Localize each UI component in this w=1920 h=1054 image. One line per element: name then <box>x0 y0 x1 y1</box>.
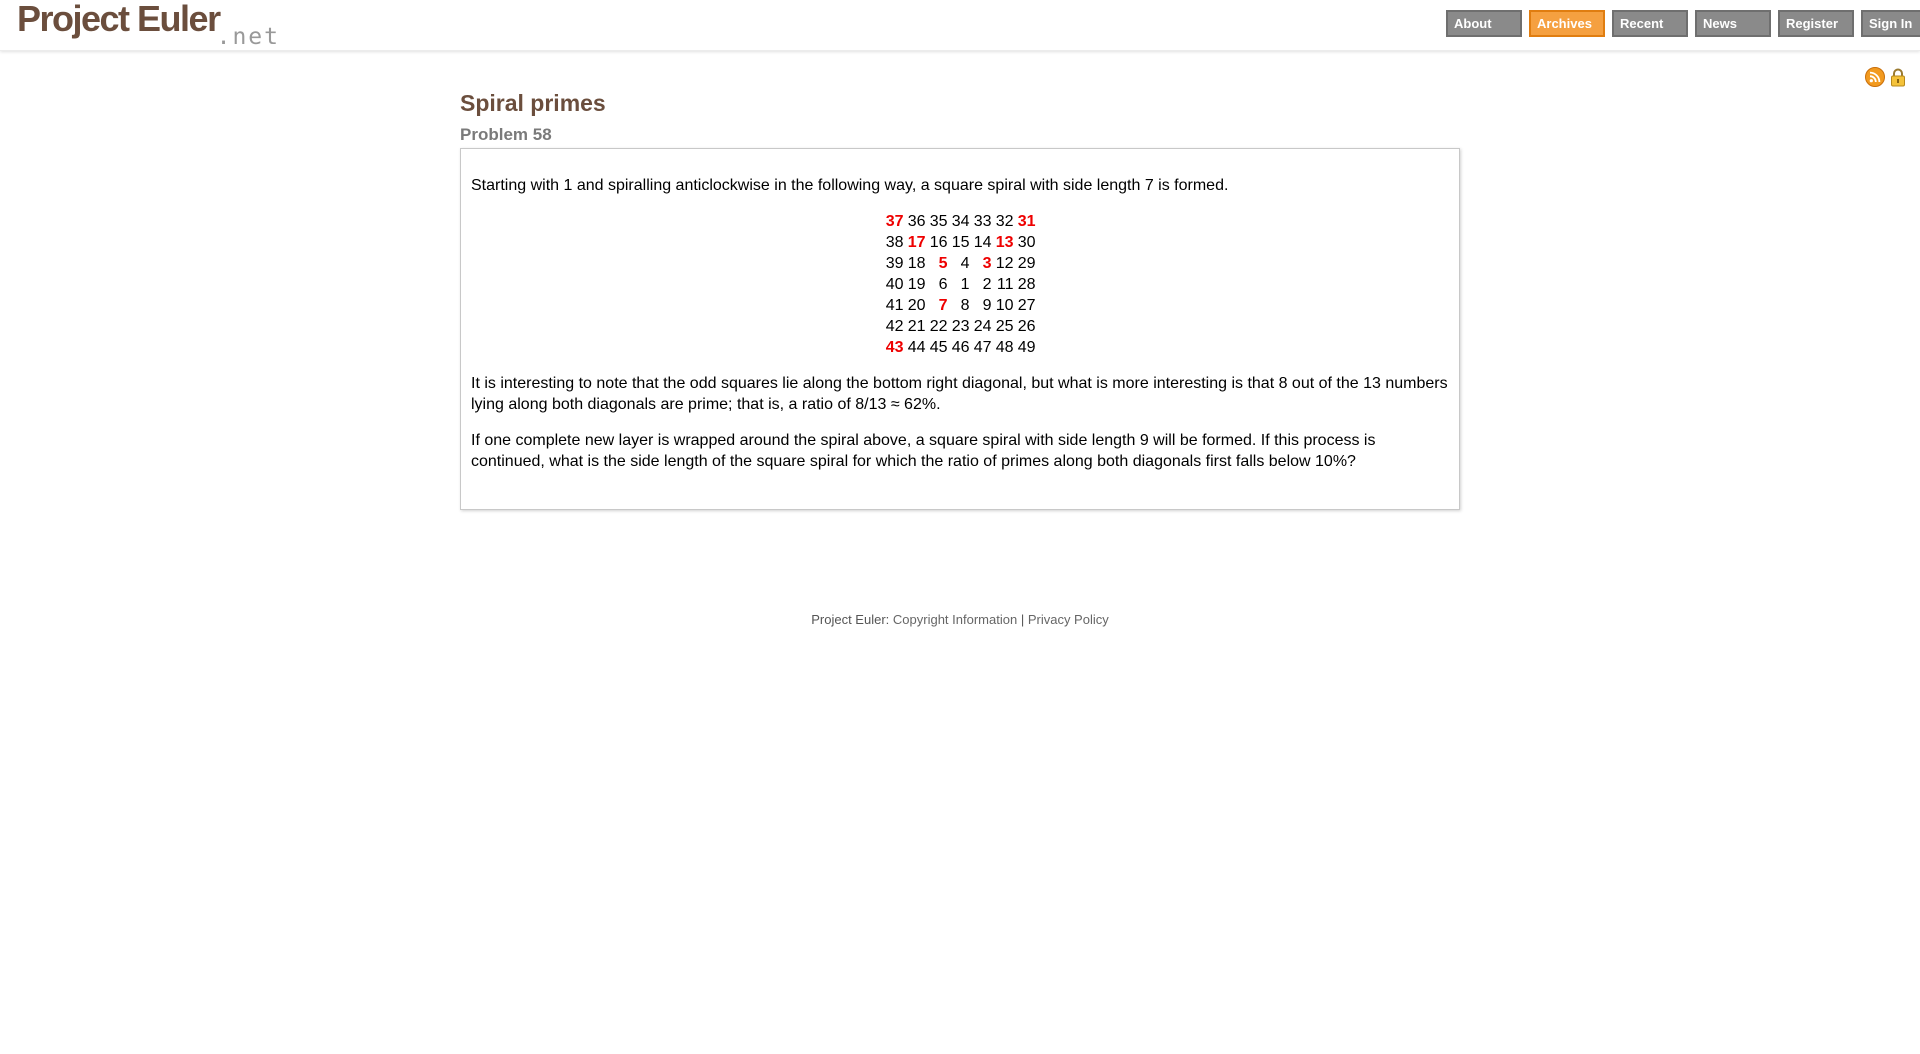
rss-feed-icon[interactable] <box>1865 67 1885 87</box>
spiral-number: 25 <box>995 318 1014 335</box>
spiral-number: 10 <box>995 297 1014 314</box>
problem-content: Spiral primes Problem 58 Starting with 1… <box>460 90 1460 510</box>
spiral-number-prime: 5 <box>938 255 948 272</box>
spiral-row: 40 19 6 1 2 11 28 <box>471 274 1449 295</box>
spiral-number: 49 <box>1017 339 1036 356</box>
spiral-number: 42 <box>885 318 904 335</box>
problem-number: Problem 58 <box>460 125 552 144</box>
spiral-number: 48 <box>995 339 1014 356</box>
spiral-number: 1 <box>960 276 970 293</box>
spiral-number: 32 <box>995 213 1014 230</box>
spiral-number: 8 <box>960 297 970 314</box>
spiral-number: 40 <box>885 276 904 293</box>
spiral-number: 4 <box>960 255 970 272</box>
nav-recent-button[interactable]: Recent <box>1612 10 1688 37</box>
spiral-row: 37 36 35 34 33 32 31 <box>471 211 1449 232</box>
spiral-number: 44 <box>907 339 926 356</box>
spiral-number: 36 <box>907 213 926 230</box>
problem-statement: Starting with 1 and spiralling anticlock… <box>460 148 1460 510</box>
spiral-number: 29 <box>1017 255 1036 272</box>
spiral-number-prime: 3 <box>982 255 992 272</box>
site-header: Project Euler.net About Archives Recent … <box>0 0 1920 51</box>
spiral-row: 39 18 5 4 3 12 29 <box>471 253 1449 274</box>
problem-paragraph: It is interesting to note that the odd s… <box>471 375 1448 413</box>
main-nav: About Archives Recent News Register Sign… <box>1446 10 1920 37</box>
spiral-number: 24 <box>973 318 992 335</box>
nav-register-button[interactable]: Register <box>1778 10 1854 37</box>
nav-about-button[interactable]: About <box>1446 10 1522 37</box>
footer-separator: | <box>1020 612 1025 627</box>
site-footer: Project Euler: Copyright Information | P… <box>0 612 1920 627</box>
spiral-number: 27 <box>1017 297 1036 314</box>
spiral-number: 18 <box>907 255 926 272</box>
nav-sign-in-button[interactable]: Sign In <box>1861 10 1920 37</box>
spiral-number: 26 <box>1017 318 1036 335</box>
logo-text: Project Euler <box>17 0 221 39</box>
problem-icons <box>1865 67 1908 87</box>
spiral-number: 21 <box>907 318 926 335</box>
logo-suffix: .net <box>216 24 280 50</box>
spiral-number: 38 <box>885 234 904 251</box>
spiral-number-prime: 7 <box>938 297 948 314</box>
spiral-number: 11 <box>996 276 1014 293</box>
spiral-row: 42 21 22 23 24 25 26 <box>471 316 1449 337</box>
problem-title: Spiral primes <box>460 90 606 116</box>
spiral-number: 15 <box>951 234 970 251</box>
spiral-number: 34 <box>951 213 970 230</box>
spiral-number: 20 <box>907 297 926 314</box>
nav-news-button[interactable]: News <box>1695 10 1771 37</box>
privacy-link[interactable]: Privacy Policy <box>1028 612 1109 627</box>
spiral-row: 38 17 16 15 14 13 30 <box>471 232 1449 253</box>
spiral-number: 6 <box>938 276 948 293</box>
spiral-number: 45 <box>929 339 948 356</box>
spiral-number: 33 <box>973 213 992 230</box>
lock-icon[interactable] <box>1888 67 1908 87</box>
spiral-number: 16 <box>929 234 948 251</box>
spiral-number: 12 <box>995 255 1014 272</box>
spiral-number-prime: 13 <box>995 234 1014 251</box>
spiral-number: 39 <box>885 255 904 272</box>
spiral-number: 23 <box>951 318 970 335</box>
spiral-number: 19 <box>907 276 926 293</box>
spiral-number: 22 <box>929 318 948 335</box>
spiral-number: 30 <box>1017 234 1036 251</box>
spiral-number: 2 <box>982 276 992 293</box>
spiral-number-prime: 31 <box>1017 213 1036 230</box>
spiral-row: 43 44 45 46 47 48 49 <box>471 337 1449 358</box>
problem-intro: Starting with 1 and spiralling anticlock… <box>471 177 1229 194</box>
spiral-number: 9 <box>982 297 992 314</box>
spiral-number: 47 <box>973 339 992 356</box>
spiral-number: 14 <box>973 234 992 251</box>
spiral-number-prime: 37 <box>885 213 904 230</box>
site-logo[interactable]: Project Euler.net <box>17 0 280 50</box>
copyright-link[interactable]: Copyright Information <box>893 612 1017 627</box>
spiral-number-prime: 17 <box>907 234 926 251</box>
footer-prefix: Project Euler: <box>811 612 890 627</box>
spiral-number: 35 <box>929 213 948 230</box>
spiral-number: 46 <box>951 339 970 356</box>
spiral-row: 41 20 7 8 9 10 27 <box>471 295 1449 316</box>
spiral-number: 41 <box>885 297 904 314</box>
spiral-number-prime: 43 <box>885 339 904 356</box>
spiral-number: 28 <box>1017 276 1036 293</box>
nav-archives-button[interactable]: Archives <box>1529 10 1605 37</box>
problem-question: If one complete new layer is wrapped aro… <box>471 432 1376 470</box>
number-spiral: 37 36 35 34 33 32 31 38 17 16 15 14 13 30 39 18 5 4 3 12 29 4… <box>471 211 1449 358</box>
